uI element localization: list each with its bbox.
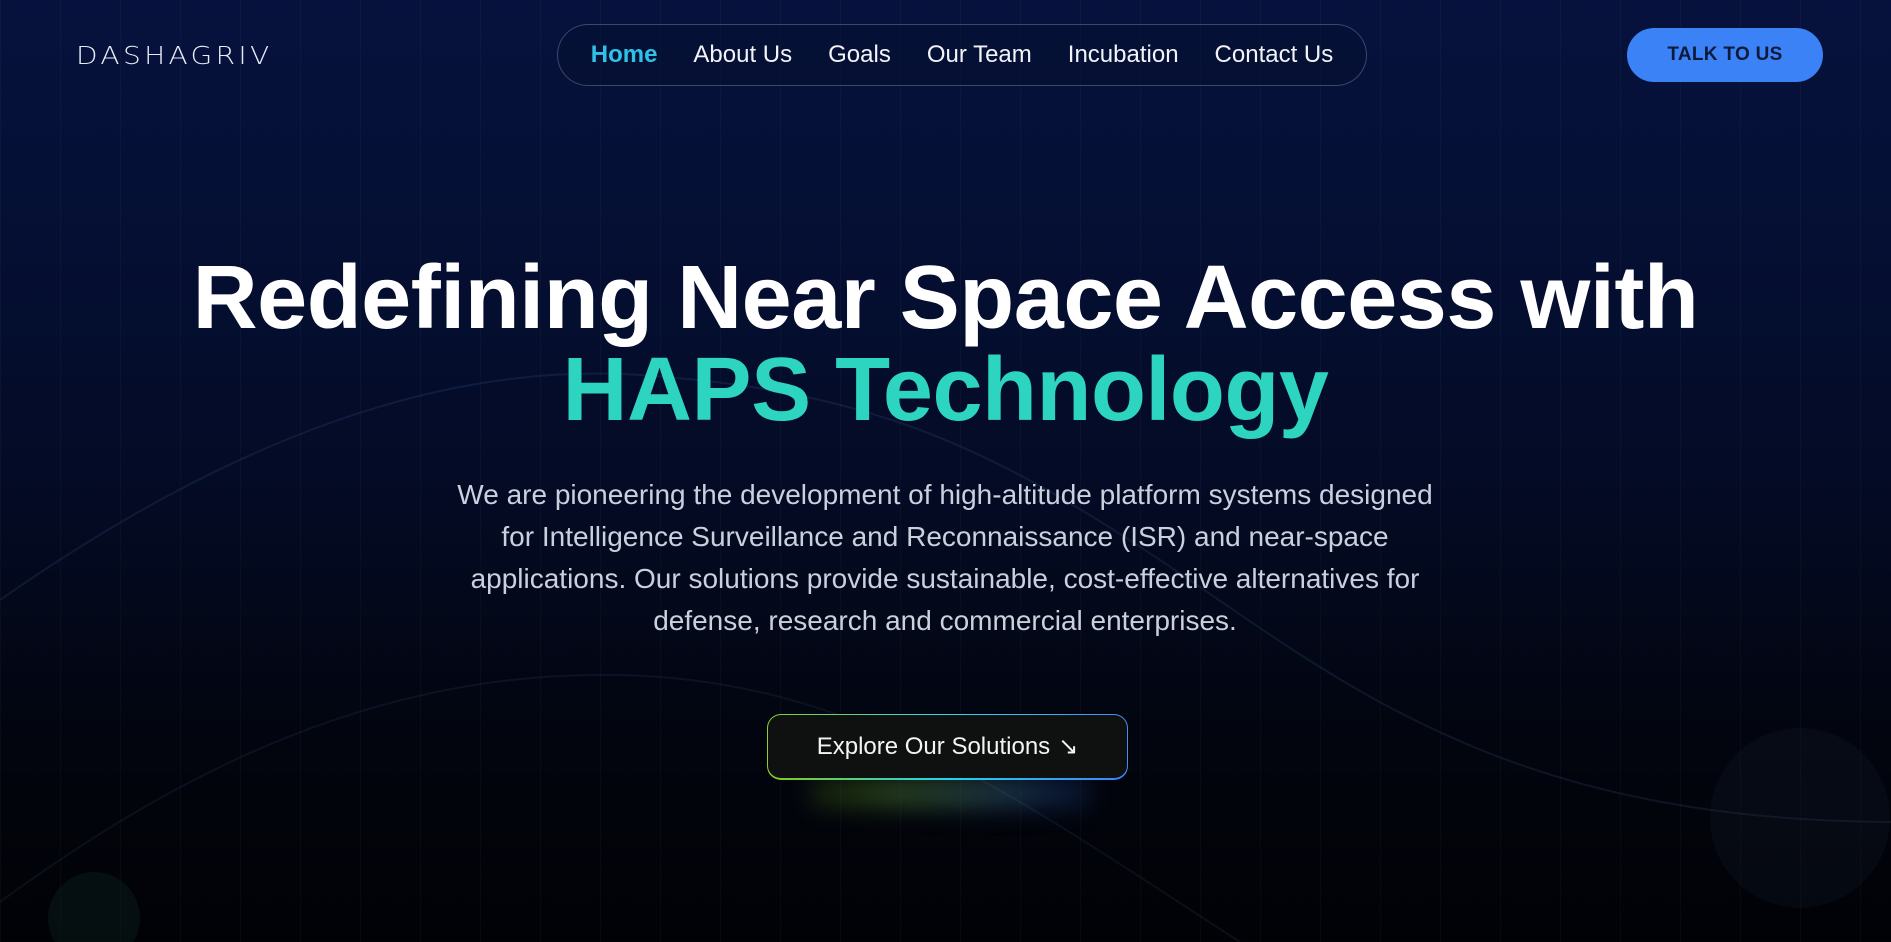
brand-logo[interactable]: DASHAGRIV [76, 40, 290, 70]
background-grid [0, 0, 1891, 942]
nav-item-our-team[interactable]: Our Team [927, 41, 1032, 69]
nav-item-about-us[interactable]: About Us [693, 41, 792, 69]
background-curves [0, 372, 1891, 942]
hero-title-highlight: HAPS Technology [562, 340, 1329, 440]
talk-to-us-button[interactable]: TALK TO US [1627, 28, 1823, 82]
nav-item-home[interactable]: Home [591, 41, 658, 69]
nav-item-incubation[interactable]: Incubation [1068, 41, 1179, 69]
explore-solutions-button[interactable]: Explore Our Solutions ↘ [767, 714, 1128, 780]
hero-description: We are pioneering the development of hig… [457, 479, 1433, 636]
main-nav: Home About Us Goals Our Team Incubation … [557, 24, 1367, 86]
hero-title-line1: Redefining Near Space Access with [192, 248, 1699, 348]
decorative-orb [1710, 728, 1890, 908]
nav-item-goals[interactable]: Goals [828, 41, 891, 69]
explore-button-label: Explore Our Solutions [816, 732, 1051, 760]
decorative-orb [48, 872, 140, 942]
nav-item-contact-us[interactable]: Contact Us [1215, 41, 1334, 69]
logo-wordmark: DASHAGRIV [76, 40, 273, 70]
arrow-down-right-icon: ↘ [1058, 733, 1079, 760]
hero-title: Redefining Near Space Access with HAPS T… [0, 252, 1891, 436]
